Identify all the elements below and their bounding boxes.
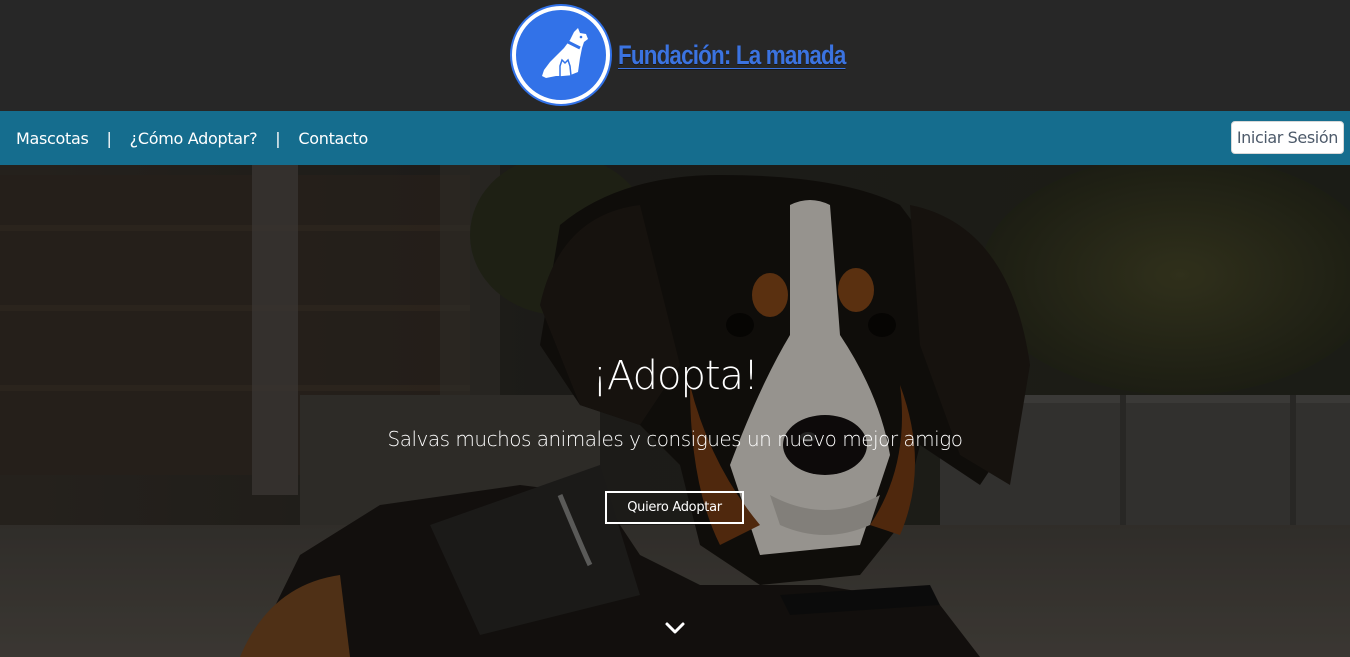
- hero-title: ¡Adopta!: [591, 353, 759, 399]
- nav-separator: |: [275, 128, 281, 148]
- dog-and-cat-logo-icon: [542, 28, 588, 78]
- brand-name[interactable]: Fundación: La manada: [618, 40, 846, 76]
- nav-separator: |: [106, 128, 112, 148]
- scroll-down-button[interactable]: [663, 618, 687, 638]
- main-navbar: Mascotas | ¿Cómo Adoptar? | Contacto Ini…: [0, 111, 1350, 165]
- dog-photo: [0, 165, 1350, 657]
- site-header: Fundación: La manada: [0, 0, 1350, 111]
- hero-subtitle: Salvas muchos animales y consigues un nu…: [387, 427, 963, 451]
- nav-link-como-adoptar[interactable]: ¿Cómo Adoptar?: [130, 129, 258, 148]
- chevron-down-icon: [665, 622, 685, 634]
- adopt-button[interactable]: Quiero Adoptar: [605, 491, 744, 524]
- hero-section: ¡Adopta! Salvas muchos animales y consig…: [0, 165, 1350, 657]
- nav-links: Mascotas | ¿Cómo Adoptar? | Contacto: [16, 111, 368, 165]
- nav-link-contacto[interactable]: Contacto: [298, 129, 368, 148]
- nav-link-mascotas[interactable]: Mascotas: [16, 129, 89, 148]
- logo[interactable]: [512, 6, 610, 104]
- login-button[interactable]: Iniciar Sesión: [1230, 121, 1344, 154]
